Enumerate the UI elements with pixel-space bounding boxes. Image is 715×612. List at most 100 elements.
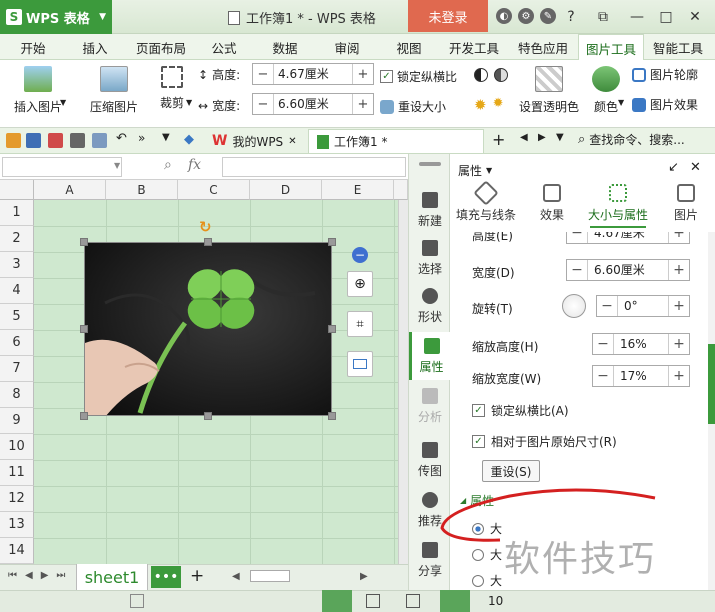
height-input[interactable]: 4.67厘米 bbox=[587, 232, 669, 243]
width-field[interactable]: − 6.60厘米 + bbox=[252, 93, 374, 115]
brightness-up-icon[interactable]: ✹ bbox=[474, 96, 487, 114]
height-field[interactable]: − 4.67厘米 + bbox=[252, 63, 374, 85]
status-doc-icon[interactable] bbox=[130, 594, 144, 608]
print-preview-icon[interactable] bbox=[92, 133, 107, 148]
fx-button[interactable]: fx bbox=[188, 157, 201, 173]
feedback-icon[interactable]: ✎ bbox=[540, 8, 556, 24]
new-tab-icon[interactable]: + bbox=[492, 130, 505, 149]
row-header[interactable]: 3 bbox=[0, 252, 34, 278]
height-field[interactable]: −4.67厘米 + bbox=[566, 232, 690, 244]
sidebar-item-new[interactable]: 新建 bbox=[409, 186, 451, 234]
export-pdf-icon[interactable] bbox=[48, 133, 63, 148]
column-header[interactable]: A bbox=[34, 180, 106, 200]
tab-developer[interactable]: 开发工具 bbox=[442, 34, 506, 60]
tab-picture[interactable]: 图片 bbox=[656, 184, 715, 223]
sheet-nav[interactable]: ⏮◀▶⏭ bbox=[8, 570, 73, 581]
tab-formula[interactable]: 公式 bbox=[202, 34, 246, 60]
contrast-down-icon[interactable] bbox=[494, 68, 508, 82]
sidebar-item-upload-picture[interactable]: 传图 bbox=[409, 436, 451, 484]
plus-icon[interactable]: + bbox=[353, 64, 373, 84]
more-icon[interactable]: » bbox=[138, 131, 145, 145]
row-header[interactable]: 6 bbox=[0, 330, 34, 356]
tab-size-properties[interactable]: 大小与属性 bbox=[586, 184, 650, 223]
minimize-icon[interactable]: — bbox=[626, 6, 648, 28]
radio-option[interactable]: 大 bbox=[472, 572, 502, 589]
zoom-in-tool[interactable]: ⊕ bbox=[347, 271, 373, 297]
vertical-scrollbar[interactable] bbox=[398, 200, 408, 564]
panel-scroll-thumb[interactable] bbox=[708, 344, 715, 424]
plus-icon[interactable]: + bbox=[669, 232, 689, 243]
resize-handle[interactable] bbox=[328, 238, 336, 246]
row-header[interactable]: 2 bbox=[0, 226, 34, 252]
row-header[interactable]: 9 bbox=[0, 408, 34, 434]
maximize-icon[interactable]: □ bbox=[655, 6, 677, 28]
first-sheet-icon[interactable]: ⏮ bbox=[8, 570, 25, 581]
resize-handle[interactable] bbox=[80, 238, 88, 246]
select-all-corner[interactable] bbox=[0, 180, 34, 200]
rotate-input[interactable]: 0° bbox=[617, 296, 669, 316]
minus-icon[interactable]: − bbox=[253, 94, 273, 114]
row-header[interactable]: 12 bbox=[0, 486, 34, 512]
width-field[interactable]: −6.60厘米 + bbox=[566, 259, 690, 281]
plus-icon[interactable]: + bbox=[353, 94, 373, 114]
resize-handle[interactable] bbox=[80, 412, 88, 420]
column-header[interactable]: B bbox=[106, 180, 178, 200]
nav-down-icon[interactable]: ▼ bbox=[556, 132, 564, 143]
page-layout-view-icon[interactable] bbox=[366, 594, 380, 608]
folder-icon[interactable] bbox=[6, 133, 21, 148]
save-icon[interactable] bbox=[26, 133, 41, 148]
scale-width-field[interactable]: −17% + bbox=[592, 365, 690, 387]
prev-sheet-icon[interactable]: ◀ bbox=[25, 570, 41, 581]
minus-icon[interactable]: − bbox=[567, 260, 587, 280]
compress-picture-button[interactable]: 压缩图片 bbox=[86, 66, 142, 115]
print-icon[interactable] bbox=[70, 133, 85, 148]
column-header[interactable]: C bbox=[178, 180, 250, 200]
sidebar-item-properties[interactable]: 属性 bbox=[409, 332, 451, 380]
row-header[interactable]: 7 bbox=[0, 356, 34, 382]
row-header[interactable]: 8 bbox=[0, 382, 34, 408]
formula-input[interactable] bbox=[222, 157, 406, 177]
row-header[interactable]: 10 bbox=[0, 434, 34, 460]
resize-handle[interactable] bbox=[80, 325, 88, 333]
tab-smart-tools[interactable]: 智能工具 bbox=[648, 34, 708, 60]
minus-icon[interactable]: − bbox=[593, 366, 613, 386]
tab-workbook[interactable]: 工作簿1 * bbox=[308, 129, 484, 153]
sidebar-item-analysis[interactable]: 分析 bbox=[409, 382, 451, 430]
layout-tool[interactable] bbox=[347, 351, 373, 377]
restore-icon[interactable]: ⧉ bbox=[592, 6, 614, 28]
contrast-up-icon[interactable] bbox=[474, 68, 488, 82]
help-icon[interactable]: ? bbox=[560, 6, 582, 28]
chevron-down-icon[interactable]: ▼ bbox=[618, 98, 624, 107]
last-sheet-icon[interactable]: ⏭ bbox=[56, 570, 73, 581]
chevron-down-icon[interactable]: ▼ bbox=[162, 132, 170, 143]
lock-ratio-checkbox[interactable]: ✓ 锁定纵横比 bbox=[380, 68, 457, 85]
chevron-down-icon[interactable]: ▼ bbox=[60, 98, 66, 107]
login-button[interactable]: 未登录 bbox=[408, 0, 488, 32]
row-header[interactable]: 5 bbox=[0, 304, 34, 330]
plus-icon[interactable]: + bbox=[669, 296, 689, 316]
reading-view-icon[interactable] bbox=[440, 590, 470, 612]
scale-height-input[interactable]: 16% bbox=[613, 334, 669, 354]
tab-fill-line[interactable]: 填充与线条 bbox=[456, 180, 516, 223]
horizontal-scrollbar[interactable] bbox=[250, 570, 290, 582]
row-header[interactable]: 13 bbox=[0, 512, 34, 538]
height-input[interactable]: 4.67厘米 bbox=[273, 64, 353, 84]
more-sheets-icon[interactable]: ••• bbox=[151, 566, 181, 588]
scroll-left-icon[interactable]: ◀ bbox=[232, 571, 240, 582]
minus-icon[interactable]: − bbox=[597, 296, 617, 316]
relative-size-checkbox[interactable]: ✓ 相对于图片原始尺寸(R) bbox=[472, 433, 617, 450]
row-header[interactable]: 11 bbox=[0, 460, 34, 486]
close-icon[interactable]: ✕ bbox=[288, 136, 296, 147]
plus-icon[interactable]: + bbox=[669, 334, 689, 354]
next-sheet-icon[interactable]: ▶ bbox=[41, 570, 57, 581]
cube-icon[interactable]: ◆ bbox=[184, 132, 194, 147]
resize-handle[interactable] bbox=[204, 238, 212, 246]
scale-width-input[interactable]: 17% bbox=[613, 366, 669, 386]
row-header[interactable]: 4 bbox=[0, 278, 34, 304]
app-menu-button[interactable]: S WPS 表格 ▼ bbox=[0, 0, 112, 34]
crop-tool[interactable]: ⌗ bbox=[347, 311, 373, 337]
tab-data[interactable]: 数据 bbox=[262, 34, 308, 60]
minus-icon[interactable]: − bbox=[253, 64, 273, 84]
lock-ratio-checkbox[interactable]: ✓ 锁定纵横比(A) bbox=[472, 402, 569, 419]
settings-icon[interactable]: ⚙ bbox=[518, 8, 534, 24]
